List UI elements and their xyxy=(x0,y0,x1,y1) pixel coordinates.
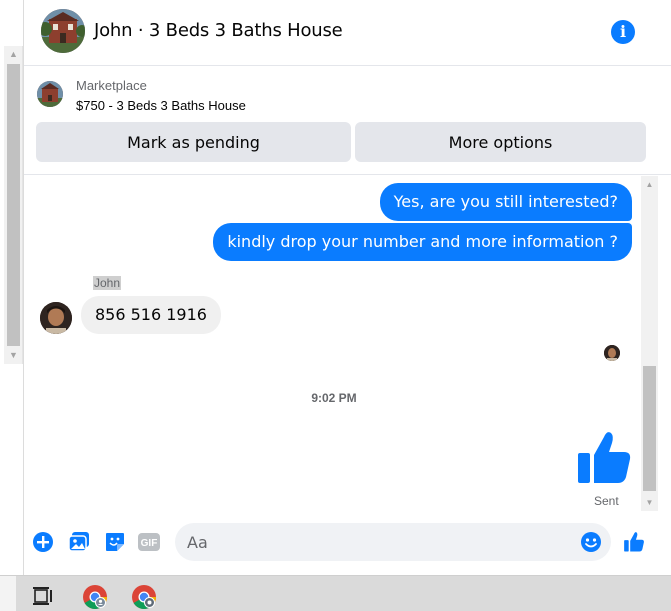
incoming-message[interactable]: 856 516 1916 xyxy=(81,296,221,334)
message-timestamp: 9:02 PM xyxy=(311,391,357,405)
outgoing-message[interactable]: kindly drop your number and more informa… xyxy=(213,223,632,261)
message-list: Yes, are you still interested? kindly dr… xyxy=(24,176,671,511)
message-input[interactable]: Aa xyxy=(175,523,611,561)
photo-icon[interactable] xyxy=(68,531,90,553)
listing-title[interactable]: $750 - 3 Beds 3 Baths House xyxy=(76,98,246,113)
read-receipt-avatar xyxy=(604,345,620,361)
chrome-icon[interactable] xyxy=(82,584,107,610)
marketplace-card: Marketplace $750 - 3 Beds 3 Baths House … xyxy=(24,67,671,175)
more-options-button[interactable]: More options xyxy=(355,122,646,162)
messages-scrollbar[interactable]: ▲ ▼ xyxy=(641,176,658,511)
listing-avatar[interactable] xyxy=(41,9,85,53)
listing-thumbnail[interactable] xyxy=(37,81,63,107)
os-taskbar xyxy=(0,575,671,611)
chat-header: John · 3 Beds 3 Baths House i xyxy=(24,0,671,66)
taskbar-edge xyxy=(0,576,16,611)
gif-label: GIF xyxy=(141,538,158,549)
scroll-down-arrow-icon[interactable]: ▼ xyxy=(4,347,23,364)
messenger-window: ▲ ▼ John · 3 Beds 3 Baths House i Market… xyxy=(0,0,671,611)
marketplace-label: Marketplace xyxy=(76,78,147,93)
scrollbar-thumb[interactable] xyxy=(643,366,656,491)
like-button-icon[interactable] xyxy=(622,531,644,553)
sticker-icon[interactable] xyxy=(104,531,126,553)
info-icon[interactable]: i xyxy=(611,20,635,44)
scrollbar-thumb[interactable] xyxy=(7,64,20,346)
gif-icon[interactable]: GIF xyxy=(137,531,160,553)
task-view-icon[interactable] xyxy=(31,584,55,608)
message-composer: GIF Aa xyxy=(24,515,671,571)
scroll-up-arrow-icon[interactable]: ▲ xyxy=(641,176,658,193)
chat-title[interactable]: John · 3 Beds 3 Baths House xyxy=(94,20,343,41)
sender-name: John xyxy=(93,276,122,290)
sent-status: Sent xyxy=(594,494,619,508)
page-scrollbar[interactable]: ▲ ▼ xyxy=(4,46,23,364)
emoji-icon[interactable] xyxy=(580,531,602,553)
scroll-down-arrow-icon[interactable]: ▼ xyxy=(641,494,658,511)
mark-as-pending-button[interactable]: Mark as pending xyxy=(36,122,351,162)
chat-panel: John · 3 Beds 3 Baths House i Marketplac… xyxy=(23,0,671,575)
message-input-placeholder: Aa xyxy=(187,533,208,552)
chrome-profile-icon[interactable] xyxy=(131,584,156,610)
plus-icon[interactable] xyxy=(32,531,54,553)
scroll-up-arrow-icon[interactable]: ▲ xyxy=(4,46,23,63)
sender-avatar[interactable] xyxy=(40,302,72,334)
outgoing-message[interactable]: Yes, are you still interested? xyxy=(379,183,632,221)
thumbs-up-message-icon[interactable] xyxy=(576,429,632,487)
